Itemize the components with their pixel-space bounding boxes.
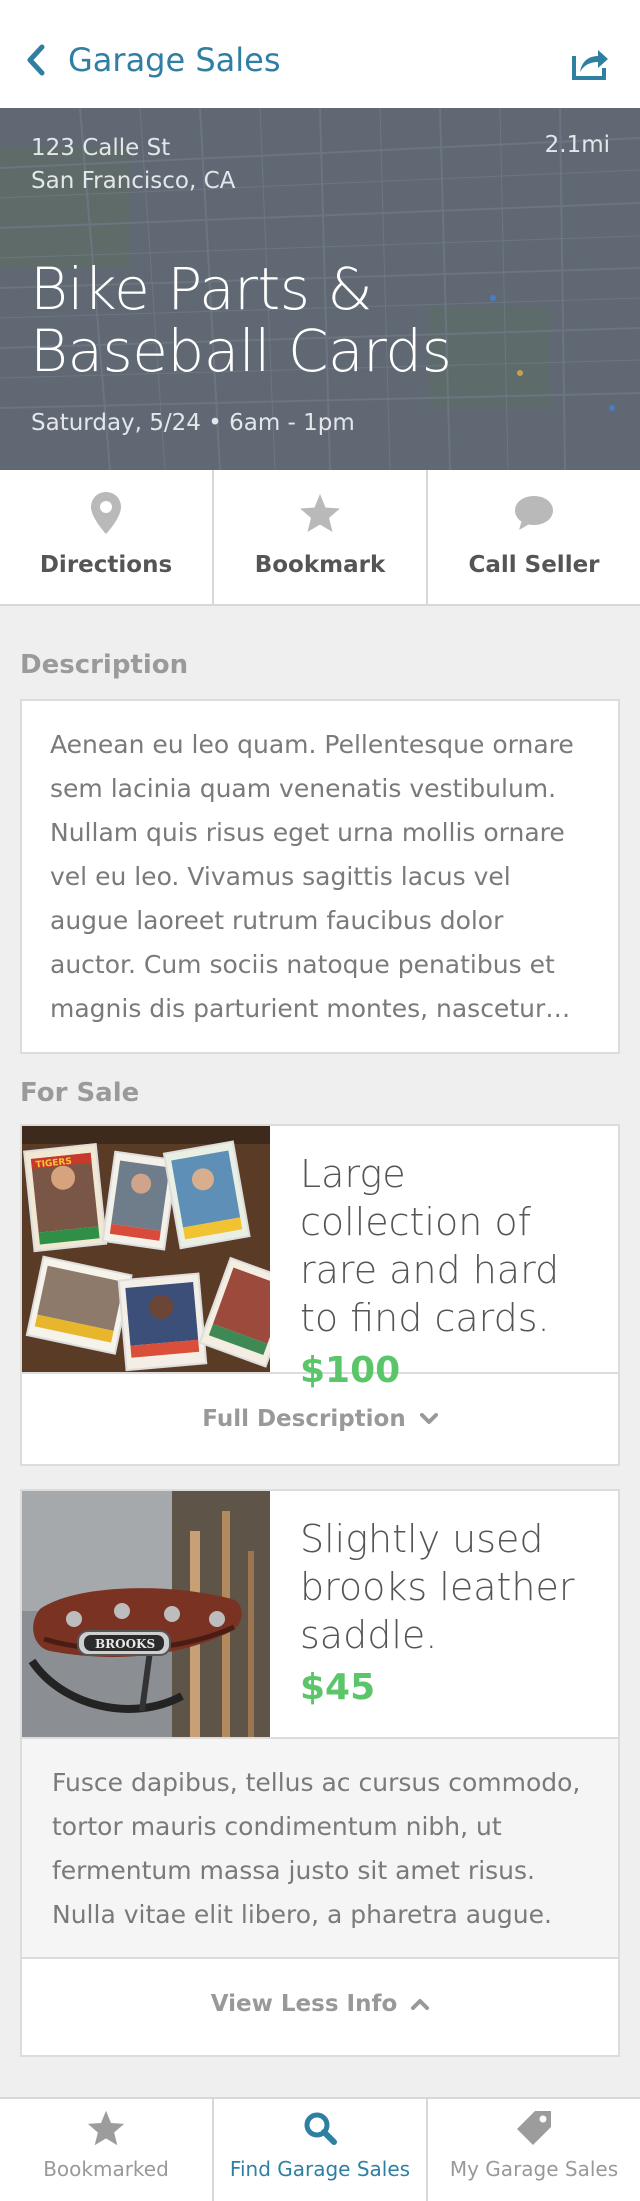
chevron-left-icon (27, 44, 45, 76)
speech-bubble-icon (515, 496, 553, 530)
view-less-info-toggle[interactable]: View Less Info (22, 1959, 618, 2049)
full-description-label: Full Description (202, 1406, 406, 1432)
description-box: Aenean eu leo quam. Pellentesque ornare … (20, 699, 620, 1054)
back-button[interactable]: Garage Sales (26, 38, 281, 82)
tab-bookmarked[interactable]: Bookmarked (0, 2099, 214, 2201)
chevron-down-icon (419, 1413, 438, 1424)
brand-stamp-text: BROOKS (95, 1637, 155, 1651)
call-seller-label: Call Seller (468, 552, 600, 578)
sale-item-info: Slightly used brooks leather saddle. $45 (270, 1491, 618, 1737)
sale-address: 123 Calle St San Francisco, CA (31, 132, 235, 198)
sale-item-summary[interactable]: TIGERS Large collection of rare and hard… (22, 1126, 618, 1391)
map-pin-icon (91, 492, 121, 534)
action-bar: Directions Bookmark Call Seller (0, 470, 640, 606)
tab-my-garage-sales[interactable]: My Garage Sales (428, 2099, 640, 2201)
sale-hero: 123 Calle St San Francisco, CA 2.1mi Bik… (0, 108, 640, 470)
bookmark-label: Bookmark (254, 552, 386, 578)
item-price: $45 (300, 1667, 376, 1708)
tab-my-garage-sales-label: My Garage Sales (449, 2157, 619, 2181)
sale-title: Bike Parts & Baseball Cards (30, 255, 452, 385)
sale-item-card: TIGERS Large collection of rare and hard… (20, 1124, 620, 1466)
call-seller-button[interactable]: Call Seller (428, 470, 640, 604)
address-line-2: San Francisco, CA (31, 168, 236, 194)
item-name: Slightly used brooks leather saddle. (300, 1517, 575, 1657)
directions-button[interactable]: Directions (0, 470, 214, 604)
description-text: Aenean eu leo quam. Pellentesque ornare … (50, 730, 574, 1023)
for-sale-heading: For Sale (20, 1078, 140, 1108)
top-nav-bar: Garage Sales (0, 0, 640, 108)
back-button-label: Garage Sales (68, 41, 281, 79)
bookmark-button[interactable]: Bookmark (214, 470, 428, 604)
description-heading: Description (20, 650, 189, 680)
tab-find-garage-sales-label: Find Garage Sales (229, 2157, 411, 2181)
item-photo-baseball-cards: TIGERS (22, 1126, 270, 1372)
item-price: $100 (300, 1350, 401, 1391)
item-details: Fusce dapibus, tellus ac cursus commodo,… (22, 1739, 618, 1959)
sale-item-card: BROOKS Slightly used brooks leather sadd… (20, 1489, 620, 2057)
item-name: Large collection of rare and hard to fin… (300, 1152, 560, 1340)
tab-find-garage-sales[interactable]: Find Garage Sales (214, 2099, 428, 2201)
sale-item-summary[interactable]: BROOKS Slightly used brooks leather sadd… (22, 1491, 618, 1739)
star-icon (300, 494, 340, 532)
sale-date-time: Saturday, 5/24 • 6am - 1pm (31, 410, 355, 436)
sale-item-info: Large collection of rare and hard to fin… (270, 1126, 618, 1391)
address-line-1: 123 Calle St (31, 135, 171, 161)
item-photo-leather-saddle: BROOKS (22, 1491, 270, 1737)
share-icon[interactable] (570, 42, 610, 82)
item-details-text: Fusce dapibus, tellus ac cursus commodo,… (52, 1768, 581, 1929)
tab-bookmarked-label: Bookmarked (43, 2157, 169, 2181)
view-less-info-label: View Less Info (210, 1991, 398, 2017)
search-icon (304, 2112, 337, 2145)
directions-label: Directions (39, 552, 173, 578)
star-icon (87, 2110, 125, 2146)
distance-label: 2.1mi (544, 132, 610, 158)
chevron-up-icon (411, 1999, 430, 2010)
tag-icon (517, 2111, 551, 2145)
bottom-tab-bar: Bookmarked Find Garage Sales My Garage S… (0, 2097, 640, 2201)
